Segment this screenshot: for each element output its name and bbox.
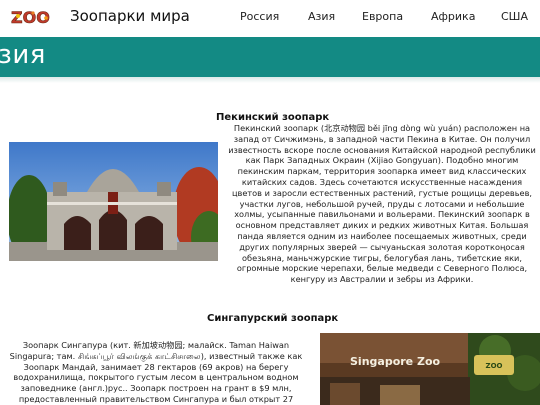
section-text-beijing-zoo: Пекинский зоопарк (北京动物园 běi jīng dòng w… <box>228 123 536 285</box>
zoo-gate-photo-icon <box>9 142 218 261</box>
banner-shadow <box>0 77 540 83</box>
singapore-zoo-sign-text: Singapore Zoo <box>350 355 441 368</box>
page-banner <box>0 37 540 77</box>
site-logo[interactable]: ZOO <box>8 6 56 28</box>
section-heading-singapore-zoo: Сингапурский зоопарк <box>207 313 339 324</box>
svg-text:ZOO: ZOO <box>486 362 503 370</box>
logo-spot <box>31 11 35 15</box>
nav-link-africa[interactable]: Африка <box>431 10 475 23</box>
nav-link-russia[interactable]: Россия <box>240 10 279 23</box>
nav-link-usa[interactable]: США <box>501 10 528 23</box>
nav-link-europe[interactable]: Европа <box>362 10 403 23</box>
beijing-zoo-photo <box>9 142 218 261</box>
site-title[interactable]: Зоопарки мира <box>70 7 190 25</box>
logo-spot <box>44 16 48 20</box>
page-title: зия <box>0 40 46 70</box>
section-heading-beijing-zoo: Пекинский зоопарк <box>216 112 330 123</box>
section-text-singapore-zoo: Зоопарк Сингапура (кит. 新加坡动物园; малайск.… <box>9 340 303 404</box>
singapore-zoo-entrance-photo-icon: ZOO Singapore Zoo <box>320 333 540 405</box>
zoo-logo-icon: ZOO <box>11 8 50 28</box>
logo-spot <box>16 14 20 18</box>
singapore-zoo-photo: ZOO Singapore Zoo <box>320 333 540 405</box>
nav-link-asia[interactable]: Азия <box>308 10 335 23</box>
top-navigation-bar: ZOO Зоопарки мира Россия Азия Европа Афр… <box>0 0 540 36</box>
